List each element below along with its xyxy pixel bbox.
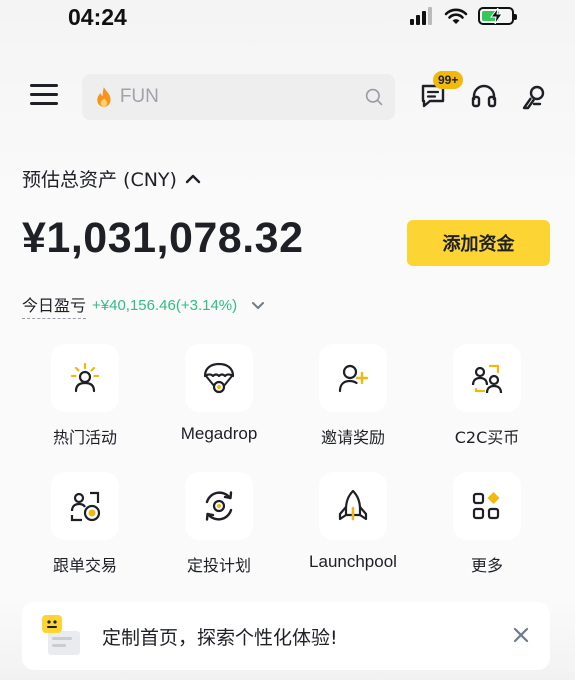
signal-icon xyxy=(410,7,432,25)
shortcut-more[interactable]: 更多 xyxy=(420,472,554,592)
status-icons xyxy=(410,7,517,25)
shortcut-hot-events[interactable]: 热门活动 xyxy=(18,344,152,464)
total-balance: ¥1,031,078.32 xyxy=(22,214,304,262)
shortcut-label: Megadrop xyxy=(180,424,258,443)
close-icon[interactable] xyxy=(512,626,530,644)
shortcut-icon-box xyxy=(185,472,253,540)
shortcut-recurring-buy[interactable]: 定投计划 xyxy=(152,472,286,592)
search-input[interactable] xyxy=(119,86,365,108)
hamburger-menu-icon[interactable] xyxy=(30,84,58,108)
status-time: 04:24 xyxy=(68,4,127,30)
shortcut-launchpool[interactable]: Launchpool xyxy=(286,472,420,592)
banner-text: 定制首页，探索个性化体验! xyxy=(102,626,338,649)
magnifier-icon[interactable] xyxy=(365,86,383,108)
chevron-up-icon xyxy=(185,174,201,183)
status-bar: 04:24 xyxy=(0,0,575,40)
copy-trading-icon xyxy=(70,491,101,522)
more-grid-icon xyxy=(472,492,500,520)
customize-illustration-icon xyxy=(42,615,80,655)
shortcut-label: 跟单交易 xyxy=(52,556,117,575)
shortcut-label: 邀请奖励 xyxy=(320,428,385,447)
shortcut-icon-box xyxy=(453,472,521,540)
rocket-icon xyxy=(338,489,368,521)
shortcut-copy-trading[interactable]: 跟单交易 xyxy=(18,472,152,592)
hot-events-icon xyxy=(70,362,100,393)
shortcut-icon-box xyxy=(51,472,119,540)
shortcut-icon-box xyxy=(319,472,387,540)
shortcut-label: Launchpool xyxy=(309,552,397,571)
estimated-assets-label: 预估总资产 (CNY) xyxy=(22,169,177,191)
shortcut-invite-rewards[interactable]: 邀请奖励 xyxy=(286,344,420,464)
user-profile-icon[interactable] xyxy=(520,82,550,112)
top-header: 99+ xyxy=(0,71,575,122)
shortcut-c2c-buy[interactable]: C2C买币 xyxy=(420,344,554,464)
message-count-badge: 99+ xyxy=(433,71,464,89)
add-funds-button[interactable]: 添加资金 xyxy=(407,220,550,266)
today-pnl-label[interactable]: 今日盈亏 xyxy=(22,292,87,319)
shortcut-icon-box xyxy=(51,344,119,412)
fire-icon xyxy=(97,87,111,107)
parachute-icon xyxy=(203,362,235,394)
headset-icon[interactable] xyxy=(470,82,498,110)
chevron-down-icon[interactable] xyxy=(251,301,265,311)
search-bar[interactable] xyxy=(82,74,395,120)
today-pnl-value: +¥40,156.46(+3.14%) xyxy=(92,297,238,314)
estimated-assets-toggle[interactable]: 预估总资产 (CNY) xyxy=(22,165,201,192)
recurring-buy-icon xyxy=(205,491,233,521)
battery-charging-icon xyxy=(478,7,517,25)
c2c-users-icon xyxy=(471,364,503,394)
shortcut-label: 热门活动 xyxy=(52,428,117,447)
customize-home-banner[interactable]: 定制首页，探索个性化体验! xyxy=(22,602,550,670)
shortcut-label: 更多 xyxy=(470,556,503,575)
invite-user-icon xyxy=(338,364,369,393)
shortcut-megadrop[interactable]: Megadrop xyxy=(152,344,286,464)
today-pnl-row: 今日盈亏 +¥40,156.46(+3.14%) xyxy=(22,292,265,319)
shortcut-label: C2C买币 xyxy=(454,428,520,447)
shortcut-label: 定投计划 xyxy=(186,556,251,575)
shortcut-icon-box xyxy=(453,344,521,412)
wifi-icon xyxy=(444,8,468,24)
shortcut-icon-box xyxy=(185,344,253,412)
shortcut-icon-box xyxy=(319,344,387,412)
